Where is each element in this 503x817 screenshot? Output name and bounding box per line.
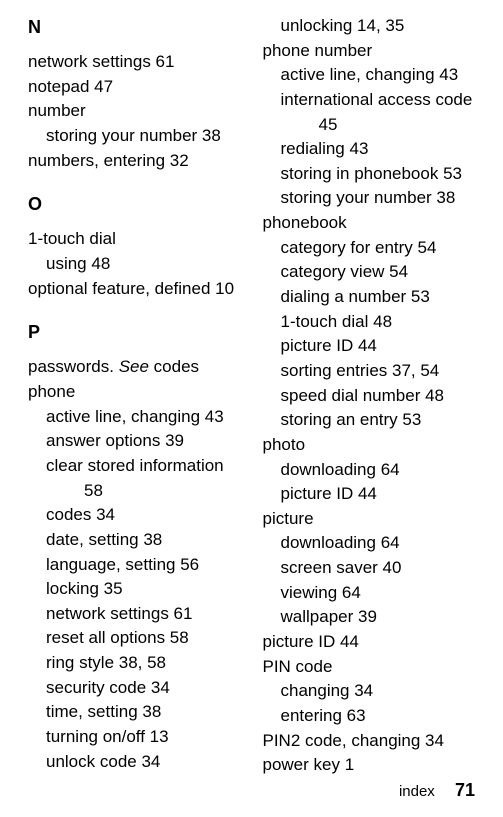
index-subentry: sorting entries 37, 54 <box>263 359 476 384</box>
index-subentry: unlock code 34 <box>28 750 241 775</box>
index-subentry: dialing a number 53 <box>263 285 476 310</box>
section-header-p: P <box>28 319 241 345</box>
index-subentry: language, setting 56 <box>28 553 241 578</box>
index-entry: phone <box>28 380 241 405</box>
index-subentry: wallpaper 39 <box>263 605 476 630</box>
index-subentry: date, setting 38 <box>28 528 241 553</box>
index-entry: phonebook <box>263 211 476 236</box>
index-entry: notepad 47 <box>28 75 241 100</box>
index-entry: picture <box>263 507 476 532</box>
index-entry: network settings 61 <box>28 50 241 75</box>
index-subentry: turning on/off 13 <box>28 725 241 750</box>
page-footer: index 71 <box>399 777 475 803</box>
index-subentry: changing 34 <box>263 679 476 704</box>
index-subentry: clear stored information <box>28 454 241 479</box>
index-subentry-cont: 45 <box>263 113 476 138</box>
index-subentry: using 48 <box>28 252 241 277</box>
entry-text: codes <box>149 357 199 376</box>
index-entry: number <box>28 99 241 124</box>
section-header-n: N <box>28 14 241 40</box>
index-entry: numbers, entering 32 <box>28 149 241 174</box>
index-subentry: 1-touch dial 48 <box>263 310 476 335</box>
page-number: 71 <box>455 780 475 800</box>
index-subentry: reset all options 58 <box>28 626 241 651</box>
index-entry: PIN2 code, changing 34 <box>263 729 476 754</box>
right-column: unlocking 14, 35 phone number active lin… <box>263 14 476 778</box>
index-subentry: codes 34 <box>28 503 241 528</box>
see-text: See <box>119 357 149 376</box>
index-entry: passwords. See codes <box>28 355 241 380</box>
index-subentry-cont: 58 <box>28 479 241 504</box>
index-subentry: unlocking 14, 35 <box>263 14 476 39</box>
index-subentry: ring style 38, 58 <box>28 651 241 676</box>
index-subentry: storing your number 38 <box>263 186 476 211</box>
index-entry: 1-touch dial <box>28 227 241 252</box>
index-entry: picture ID 44 <box>263 630 476 655</box>
left-column: N network settings 61 notepad 47 number … <box>28 14 241 778</box>
index-subentry: entering 63 <box>263 704 476 729</box>
index-subentry: storing your number 38 <box>28 124 241 149</box>
index-subentry: active line, changing 43 <box>263 63 476 88</box>
index-subentry: network settings 61 <box>28 602 241 627</box>
section-header-o: O <box>28 191 241 217</box>
footer-label: index <box>399 783 435 800</box>
index-subentry: international access code <box>263 88 476 113</box>
index-subentry: locking 35 <box>28 577 241 602</box>
index-subentry: screen saver 40 <box>263 556 476 581</box>
index-page: N network settings 61 notepad 47 number … <box>0 0 503 778</box>
entry-text: passwords. <box>28 357 119 376</box>
index-subentry: storing an entry 53 <box>263 408 476 433</box>
index-subentry: viewing 64 <box>263 581 476 606</box>
index-subentry: redialing 43 <box>263 137 476 162</box>
index-subentry: downloading 64 <box>263 458 476 483</box>
index-subentry: speed dial number 48 <box>263 384 476 409</box>
index-subentry: downloading 64 <box>263 531 476 556</box>
index-subentry: active line, changing 43 <box>28 405 241 430</box>
index-entry: optional feature, defined 10 <box>28 277 241 302</box>
index-entry: phone number <box>263 39 476 64</box>
index-entry: power key 1 <box>263 753 476 778</box>
index-subentry: picture ID 44 <box>263 334 476 359</box>
index-subentry: picture ID 44 <box>263 482 476 507</box>
index-entry: photo <box>263 433 476 458</box>
index-subentry: storing in phonebook 53 <box>263 162 476 187</box>
index-subentry: category view 54 <box>263 260 476 285</box>
index-subentry: answer options 39 <box>28 429 241 454</box>
index-subentry: time, setting 38 <box>28 700 241 725</box>
index-entry: PIN code <box>263 655 476 680</box>
index-subentry: category for entry 54 <box>263 236 476 261</box>
index-subentry: security code 34 <box>28 676 241 701</box>
